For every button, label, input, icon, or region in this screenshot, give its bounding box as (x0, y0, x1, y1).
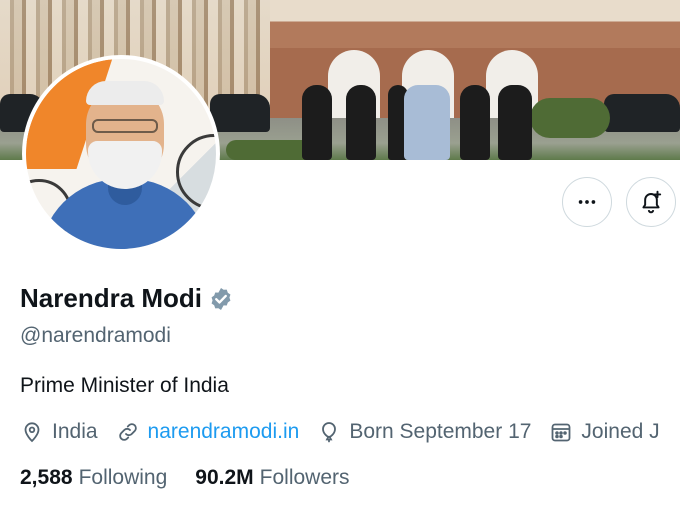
ellipsis-icon (578, 200, 596, 204)
location-item: India (20, 420, 98, 444)
balloon-icon (322, 422, 337, 443)
avatar-hair (86, 81, 164, 105)
banner-hedge (530, 98, 610, 138)
following-link[interactable]: 2,588 Following (20, 466, 167, 490)
following-label: Following (78, 466, 168, 489)
followers-count: 90.2M (195, 466, 254, 489)
followers-link[interactable]: 90.2M Followers (195, 466, 349, 490)
more-options-button[interactable] (562, 177, 612, 227)
location-text: India (52, 420, 98, 443)
banner-car (604, 94, 680, 132)
banner-person (302, 85, 332, 160)
bell-plus-icon (642, 190, 662, 214)
banner-person (404, 85, 450, 160)
profile-meta-row: India narendramodi.in Born September 17 … (20, 420, 678, 444)
profile-name-row: Narendra Modi (20, 283, 234, 314)
followers-label: Followers (259, 466, 350, 489)
avatar-glasses (92, 119, 158, 133)
verified-badge-icon[interactable] (208, 286, 234, 312)
banner-person (460, 85, 490, 160)
website-item[interactable]: narendramodi.in (116, 420, 300, 444)
website-link[interactable]: narendramodi.in (148, 420, 300, 444)
birthday-item: Born September 17 (317, 420, 531, 444)
banner-person (346, 85, 376, 160)
follow-counts-row: 2,588 Following 90.2M Followers (20, 466, 378, 490)
joined-text: Joined J (581, 420, 660, 443)
profile-bio: Prime Minister of India (20, 374, 229, 397)
profile-avatar[interactable] (22, 55, 220, 253)
banner-person (498, 85, 532, 160)
location-pin-icon (24, 422, 40, 443)
notifications-button[interactable] (626, 177, 676, 227)
calendar-icon (552, 423, 571, 442)
following-count: 2,588 (20, 466, 73, 489)
birthday-text: Born September 17 (349, 420, 532, 443)
link-icon (118, 423, 137, 441)
banner-car (210, 94, 270, 132)
profile-name: Narendra Modi (20, 283, 203, 313)
profile-handle: @narendramodi (20, 324, 171, 347)
joined-item: Joined J (549, 420, 660, 444)
